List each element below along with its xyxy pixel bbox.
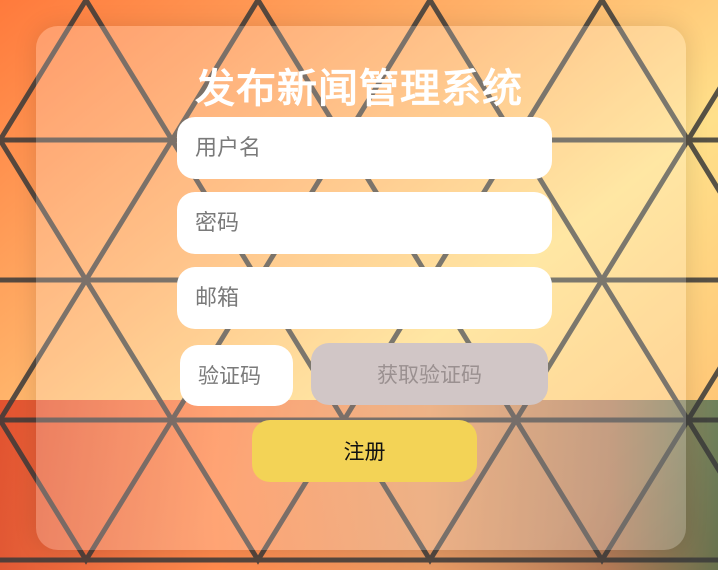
password-input[interactable]: [177, 192, 552, 254]
username-input[interactable]: [177, 117, 552, 179]
email-input[interactable]: [177, 267, 552, 329]
get-code-button[interactable]: 获取验证码: [311, 343, 548, 405]
register-button[interactable]: 注册: [252, 420, 477, 482]
verification-code-input[interactable]: [180, 345, 293, 406]
page-title: 发布新闻管理系统: [195, 66, 523, 112]
